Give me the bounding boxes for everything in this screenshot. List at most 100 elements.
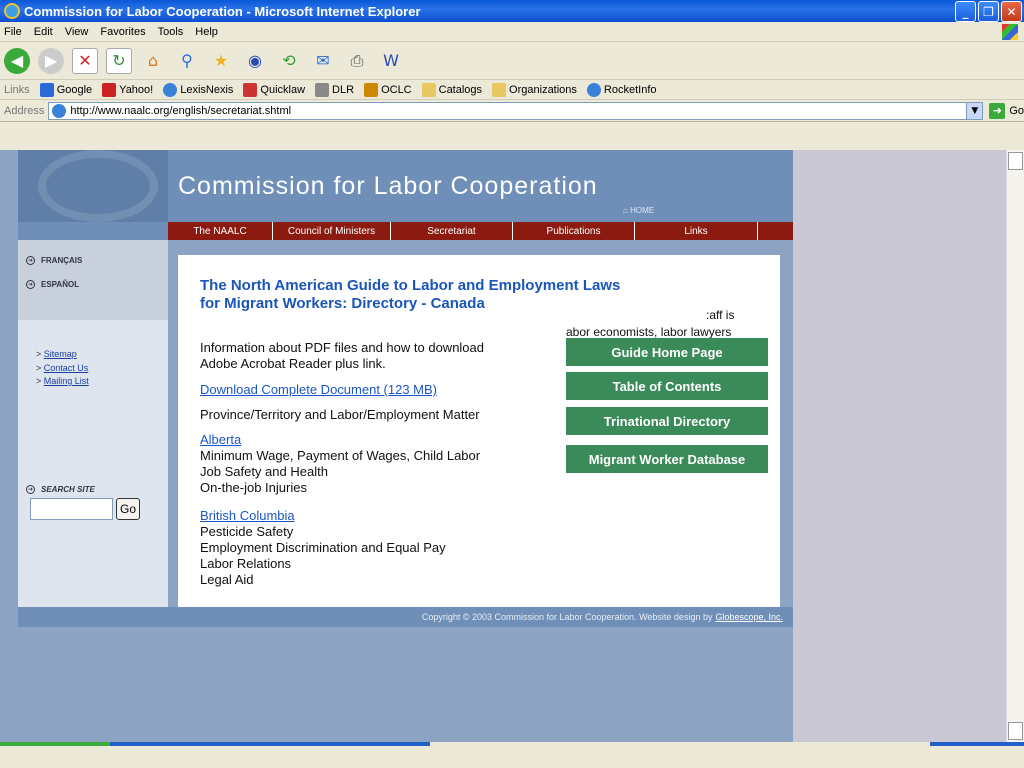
vertical-scrollbar[interactable] — [1006, 150, 1024, 742]
menu-view[interactable]: View — [65, 26, 89, 38]
menu-file[interactable]: File — [4, 26, 22, 38]
province-heading: Province/Territory and Labor/Employment … — [200, 407, 480, 422]
scroll-up-button[interactable] — [1008, 152, 1023, 170]
search-go-button[interactable]: Go — [116, 498, 140, 520]
link-organizations[interactable]: Organizations — [492, 82, 577, 97]
link-google[interactable]: Google — [39, 82, 92, 97]
nav-council-of-ministers[interactable]: Council of Ministers — [273, 222, 391, 240]
status-bar — [0, 742, 1024, 768]
home-link[interactable]: ⌂ HOME — [623, 206, 654, 215]
site-header: Commission for Labor Cooperation ⌂ HOME — [18, 150, 793, 222]
stop-icon[interactable]: ✕ — [72, 47, 98, 74]
address-input[interactable]: http://www.naalc.org/english/secretariat… — [48, 101, 984, 120]
search-icon[interactable]: ⚲ — [174, 48, 200, 74]
globescope-link[interactable]: Globescope, Inc. — [715, 612, 783, 622]
home-icon[interactable]: ⌂ — [140, 48, 166, 74]
dlr-icon — [315, 82, 330, 97]
link-lexisnexis[interactable]: LexisNexis — [163, 82, 234, 97]
go-arrow-icon: ➜ — [989, 102, 1006, 119]
menu-edit[interactable]: Edit — [34, 26, 53, 38]
arrow-right-icon: ➜ — [26, 485, 35, 494]
go-button[interactable]: ➜ Go — [989, 102, 1024, 119]
menu-favorites[interactable]: Favorites — [100, 26, 145, 38]
history-icon[interactable]: ⟲ — [276, 48, 302, 74]
globe-logo-icon — [38, 150, 158, 222]
browser-toolbar: ◀ ▶ ✕ ↻ ⌂ ⚲ ★ ◉ ⟲ ✉ ⎙ W — [0, 42, 1024, 80]
print-icon[interactable]: ⎙ — [344, 48, 370, 74]
search-input[interactable] — [30, 498, 113, 520]
link-catalogs[interactable]: Catalogs — [421, 82, 482, 97]
guide-home-page-button[interactable]: Guide Home Page — [566, 338, 768, 366]
contact-link[interactable]: Contact Us — [44, 363, 89, 373]
taskbar-start-strip — [0, 742, 110, 746]
link-quicklaw[interactable]: Quicklaw — [243, 82, 305, 97]
nav-links[interactable]: Links — [635, 222, 758, 240]
folder-icon — [421, 82, 436, 97]
window-title: Commission for Labor Cooperation - Micro… — [24, 3, 421, 19]
nav-left-spacer — [18, 222, 168, 240]
favorites-star-icon[interactable]: ★ — [208, 48, 234, 74]
sitemap-link[interactable]: Sitemap — [44, 349, 77, 359]
search-site-text: SEARCH SITE — [41, 485, 95, 494]
lang-francais[interactable]: ➜ FRANÇAIS — [26, 256, 82, 265]
link-rocketinfo[interactable]: RocketInfo — [586, 82, 657, 97]
google-icon — [39, 82, 54, 97]
nav-secretariat[interactable]: Secretariat — [391, 222, 513, 240]
home-link-label: HOME — [630, 206, 655, 215]
link-organizations-label: Organizations — [509, 83, 577, 96]
page-icon — [52, 103, 67, 118]
links-bar: Links Google Yahoo! LexisNexis Quicklaw … — [0, 80, 1024, 100]
link-dlr[interactable]: DLR — [315, 82, 354, 97]
oclc-icon — [364, 82, 379, 97]
site-title: Commission for Labor Cooperation — [178, 172, 598, 200]
scroll-down-button[interactable] — [1008, 722, 1023, 740]
bc-items: Pesticide Safety Employment Discriminati… — [200, 524, 446, 588]
download-link[interactable]: Download Complete Document (123 MB) — [200, 382, 437, 397]
forward-icon[interactable]: ▶ — [38, 47, 64, 74]
ie-page-icon — [163, 82, 178, 97]
menu-help[interactable]: Help — [195, 26, 218, 38]
nav-naalc[interactable]: The NAALC — [168, 222, 273, 240]
nav-publications[interactable]: Publications — [513, 222, 635, 240]
pdf-info: Information about PDF files and how to d… — [200, 340, 484, 372]
sidebar-item-mailing-list[interactable]: > Mailing List — [36, 376, 89, 386]
sidebar-item-contact[interactable]: > Contact Us — [36, 363, 88, 373]
alberta-link[interactable]: Alberta — [200, 432, 241, 447]
address-label: Address — [4, 104, 45, 117]
close-button[interactable]: ✕ — [1001, 1, 1022, 22]
list-item: Job Safety and Health — [200, 464, 328, 479]
text-fragment: :aff is — [706, 308, 735, 322]
refresh-icon[interactable]: ↻ — [106, 47, 132, 74]
mailing-list-link[interactable]: Mailing List — [44, 376, 89, 386]
chevron-down-icon[interactable]: ▼ — [966, 102, 983, 119]
list-item: Legal Aid — [200, 572, 254, 587]
site-nav: The NAALC Council of Ministers Secretari… — [18, 222, 793, 240]
list-item: Labor Relations — [200, 556, 292, 571]
lang-espanol[interactable]: ➜ ESPAÑOL — [26, 280, 79, 289]
back-icon[interactable]: ◀ — [4, 47, 30, 74]
link-yahoo[interactable]: Yahoo! — [102, 82, 153, 97]
trinational-directory-button[interactable]: Trinational Directory — [566, 407, 768, 435]
pdf-info-line1: Information about PDF files and how to d… — [200, 340, 485, 355]
page-title: The North American Guide to Labor and Em… — [200, 277, 720, 313]
copyright-text: Copyright © 2003 Commission for Labor Co… — [421, 612, 713, 622]
folder-icon — [492, 82, 507, 97]
yahoo-icon — [102, 82, 117, 97]
list-item: Minimum Wage, Payment of Wages, Child La… — [200, 448, 481, 463]
migrant-worker-database-button[interactable]: Migrant Worker Database — [566, 445, 768, 473]
maximize-button[interactable]: ❐ — [978, 1, 999, 22]
table-of-contents-button[interactable]: Table of Contents — [566, 372, 768, 400]
edit-icon[interactable]: W — [378, 48, 404, 74]
internet-explorer-icon — [4, 3, 20, 19]
sidebar-item-sitemap[interactable]: > Sitemap — [36, 349, 77, 359]
link-lexisnexis-label: LexisNexis — [180, 83, 234, 96]
menu-tools[interactable]: Tools — [158, 26, 184, 38]
links-label: Links — [4, 83, 30, 96]
minimize-button[interactable]: _ — [955, 1, 976, 22]
link-oclc[interactable]: OCLC — [364, 82, 412, 97]
link-rocketinfo-label: RocketInfo — [603, 83, 657, 96]
main-content: The North American Guide to Labor and Em… — [178, 255, 780, 607]
british-columbia-link[interactable]: British Columbia — [200, 508, 295, 523]
mail-icon[interactable]: ✉ — [310, 48, 336, 74]
media-icon[interactable]: ◉ — [242, 48, 268, 74]
